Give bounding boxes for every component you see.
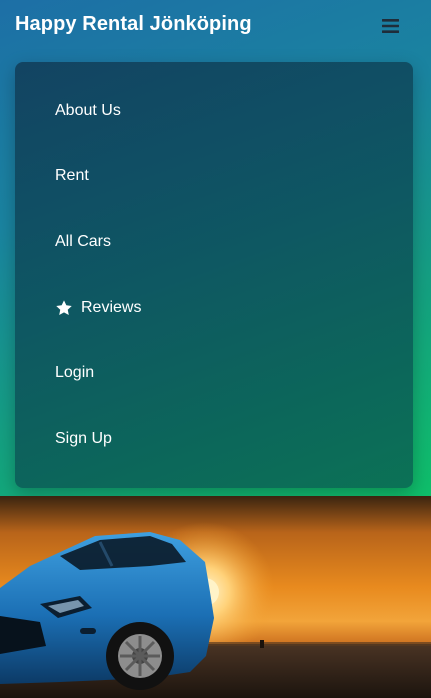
nav-item-label: Login [55,364,95,381]
nav-item-label: Sign Up [55,430,112,447]
nav-item-login[interactable]: Login [55,362,94,384]
nav-item-about-us[interactable]: About Us [55,100,121,122]
nav-item-label: Rent [55,167,89,184]
menu-toggle-button[interactable] [376,12,406,40]
site-header: Happy Rental Jönköping About Us Rent All… [0,0,431,496]
nav-menu-panel: About Us Rent All Cars Reviews Login Sig… [15,62,413,488]
hero-image [0,496,431,698]
star-icon [55,299,73,317]
nav-item-label: About Us [55,102,121,119]
nav-item-reviews[interactable]: Reviews [55,297,141,319]
nav-item-label: All Cars [55,233,112,250]
blue-suv-sunset-illustration [0,496,431,698]
nav-item-label: Reviews [81,299,142,316]
nav-item-sign-up[interactable]: Sign Up [55,428,112,450]
hamburger-menu-icon [382,19,399,33]
page: Happy Rental Jönköping About Us Rent All… [0,0,431,698]
nav-item-all-cars[interactable]: All Cars [55,231,111,253]
nav-item-rent[interactable]: Rent [55,165,89,187]
site-brand[interactable]: Happy Rental Jönköping [15,13,252,36]
